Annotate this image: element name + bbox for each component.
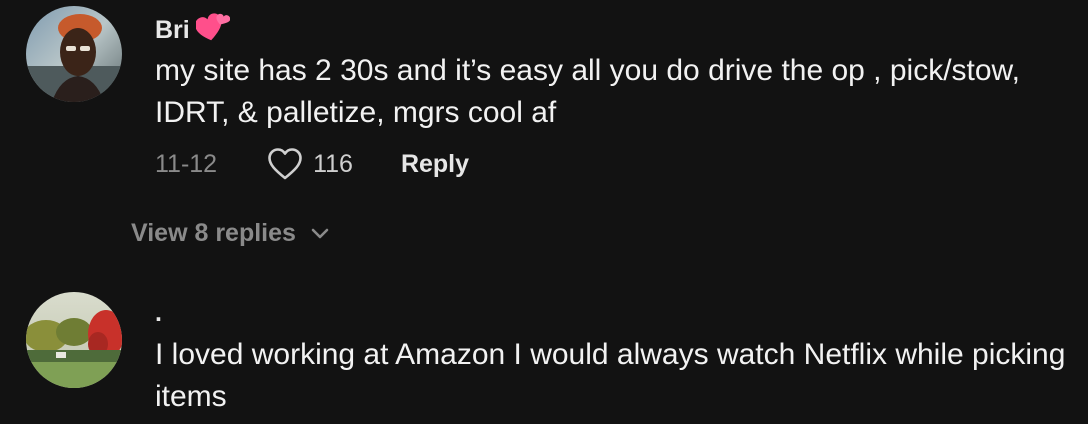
- comment-meta: 11-12 116 Reply: [155, 146, 469, 182]
- view-replies-label: View 8 replies: [131, 218, 296, 247]
- comment-username[interactable]: .: [155, 298, 162, 328]
- two-hearts-icon: [194, 12, 231, 49]
- comment-date: 11-12: [155, 149, 218, 178]
- like-count: 116: [313, 149, 353, 178]
- heart-outline-icon: [268, 148, 302, 180]
- username-text: Bri: [155, 16, 190, 44]
- like-button[interactable]: 116: [267, 147, 353, 181]
- comments-panel: Bri my site has 2 30s and it’s easy all …: [0, 0, 1088, 424]
- view-replies-button[interactable]: View 8 replies: [131, 216, 330, 250]
- avatar[interactable]: [26, 6, 122, 102]
- reply-button[interactable]: Reply: [401, 150, 469, 179]
- comment-text: I loved working at Amazon I would always…: [155, 338, 1066, 413]
- comment-text: my site has 2 30s and it’s easy all you …: [155, 54, 1020, 129]
- comment-username[interactable]: Bri: [155, 12, 231, 49]
- chevron-down-icon: [311, 228, 329, 239]
- username-text: .: [155, 299, 162, 327]
- avatar[interactable]: [26, 292, 122, 388]
